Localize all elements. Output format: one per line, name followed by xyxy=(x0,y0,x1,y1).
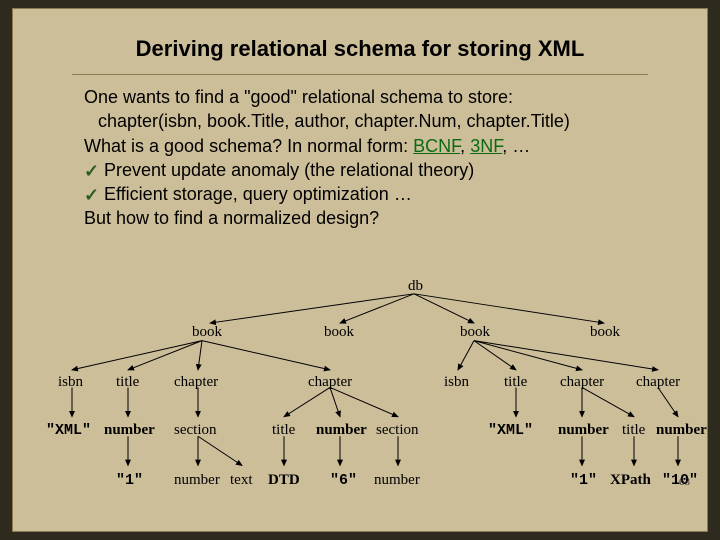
node-six: "6" xyxy=(330,472,357,489)
title-rule xyxy=(72,74,648,75)
node-xml: "XML" xyxy=(488,422,533,439)
tree-diagram: db book book book book isbn title chapte… xyxy=(22,286,698,526)
node-section: section xyxy=(376,422,419,439)
node-number: number xyxy=(374,472,420,489)
node-dtd: DTD xyxy=(268,472,300,489)
node-db: db xyxy=(408,278,423,295)
node-chapter: chapter xyxy=(308,374,352,391)
body-line: Prevent update anomaly (the relational t… xyxy=(84,158,668,182)
node-one: "1" xyxy=(570,472,597,489)
body-line: But how to find a normalized design? xyxy=(84,206,668,230)
node-chapter: chapter xyxy=(636,374,680,391)
link-bcnf: BCNF xyxy=(413,136,460,156)
node-chapter: chapter xyxy=(560,374,604,391)
node-number: number xyxy=(558,422,609,439)
node-one: "1" xyxy=(116,472,143,489)
diagram-arrows xyxy=(22,286,698,526)
slide: Deriving relational schema for storing X… xyxy=(12,8,708,532)
node-section: section xyxy=(174,422,217,439)
node-title: title xyxy=(272,422,295,439)
node-number: number xyxy=(316,422,367,439)
node-title: title xyxy=(116,374,139,391)
slide-title: Deriving relational schema for storing X… xyxy=(12,8,708,68)
body-line: One wants to find a "good" relational sc… xyxy=(84,85,668,109)
node-xml: "XML" xyxy=(46,422,91,439)
slide-body: One wants to find a "good" relational sc… xyxy=(12,85,708,231)
body-line: Efficient storage, query optimization … xyxy=(84,182,668,206)
text-frag: , xyxy=(460,136,470,156)
link-3nf: 3NF xyxy=(470,136,502,156)
text-frag: , … xyxy=(502,136,530,156)
node-book: book xyxy=(460,324,490,341)
node-title: title xyxy=(504,374,527,391)
node-book: book xyxy=(192,324,222,341)
node-isbn: isbn xyxy=(58,374,83,391)
node-book: book xyxy=(324,324,354,341)
node-book: book xyxy=(590,324,620,341)
node-text: text xyxy=(230,472,253,489)
body-line: chapter(isbn, book.Title, author, chapte… xyxy=(84,109,668,133)
node-isbn: isbn xyxy=(444,374,469,391)
node-number: number xyxy=(174,472,220,489)
node-chapter: chapter xyxy=(174,374,218,391)
node-title: title xyxy=(622,422,645,439)
node-number: number xyxy=(656,422,707,439)
slide-number: 63 xyxy=(679,476,690,488)
node-number: number xyxy=(104,422,155,439)
node-xpath: XPath xyxy=(610,472,651,489)
text-frag: What is a good schema? In normal form: xyxy=(84,136,413,156)
body-line: What is a good schema? In normal form: B… xyxy=(84,134,668,158)
